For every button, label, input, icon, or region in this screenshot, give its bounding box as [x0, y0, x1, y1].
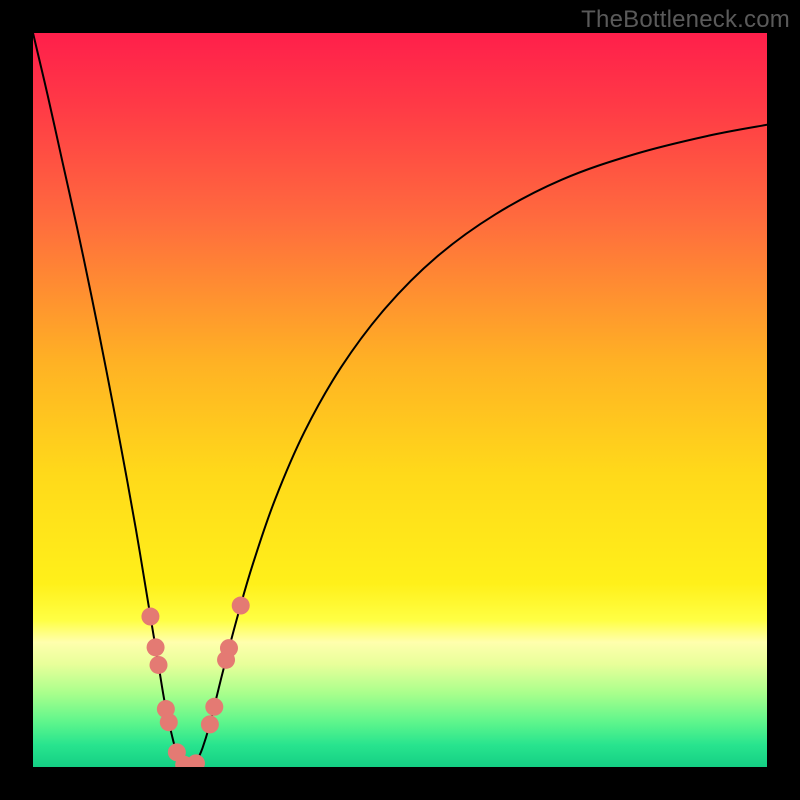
marker-dot: [201, 715, 219, 733]
plot-area: [33, 33, 767, 767]
curve-layer: [33, 33, 767, 767]
marker-dot: [150, 656, 168, 674]
marker-dot: [141, 608, 159, 626]
chart-frame: TheBottleneck.com: [0, 0, 800, 800]
marker-dot: [205, 698, 223, 716]
watermark-text: TheBottleneck.com: [581, 6, 790, 34]
marker-dot: [220, 639, 238, 657]
curve-markers: [141, 597, 249, 767]
bottleneck-curve: [33, 33, 767, 767]
marker-dot: [160, 713, 178, 731]
marker-dot: [187, 754, 205, 767]
marker-dot: [147, 638, 165, 656]
marker-dot: [232, 597, 250, 615]
